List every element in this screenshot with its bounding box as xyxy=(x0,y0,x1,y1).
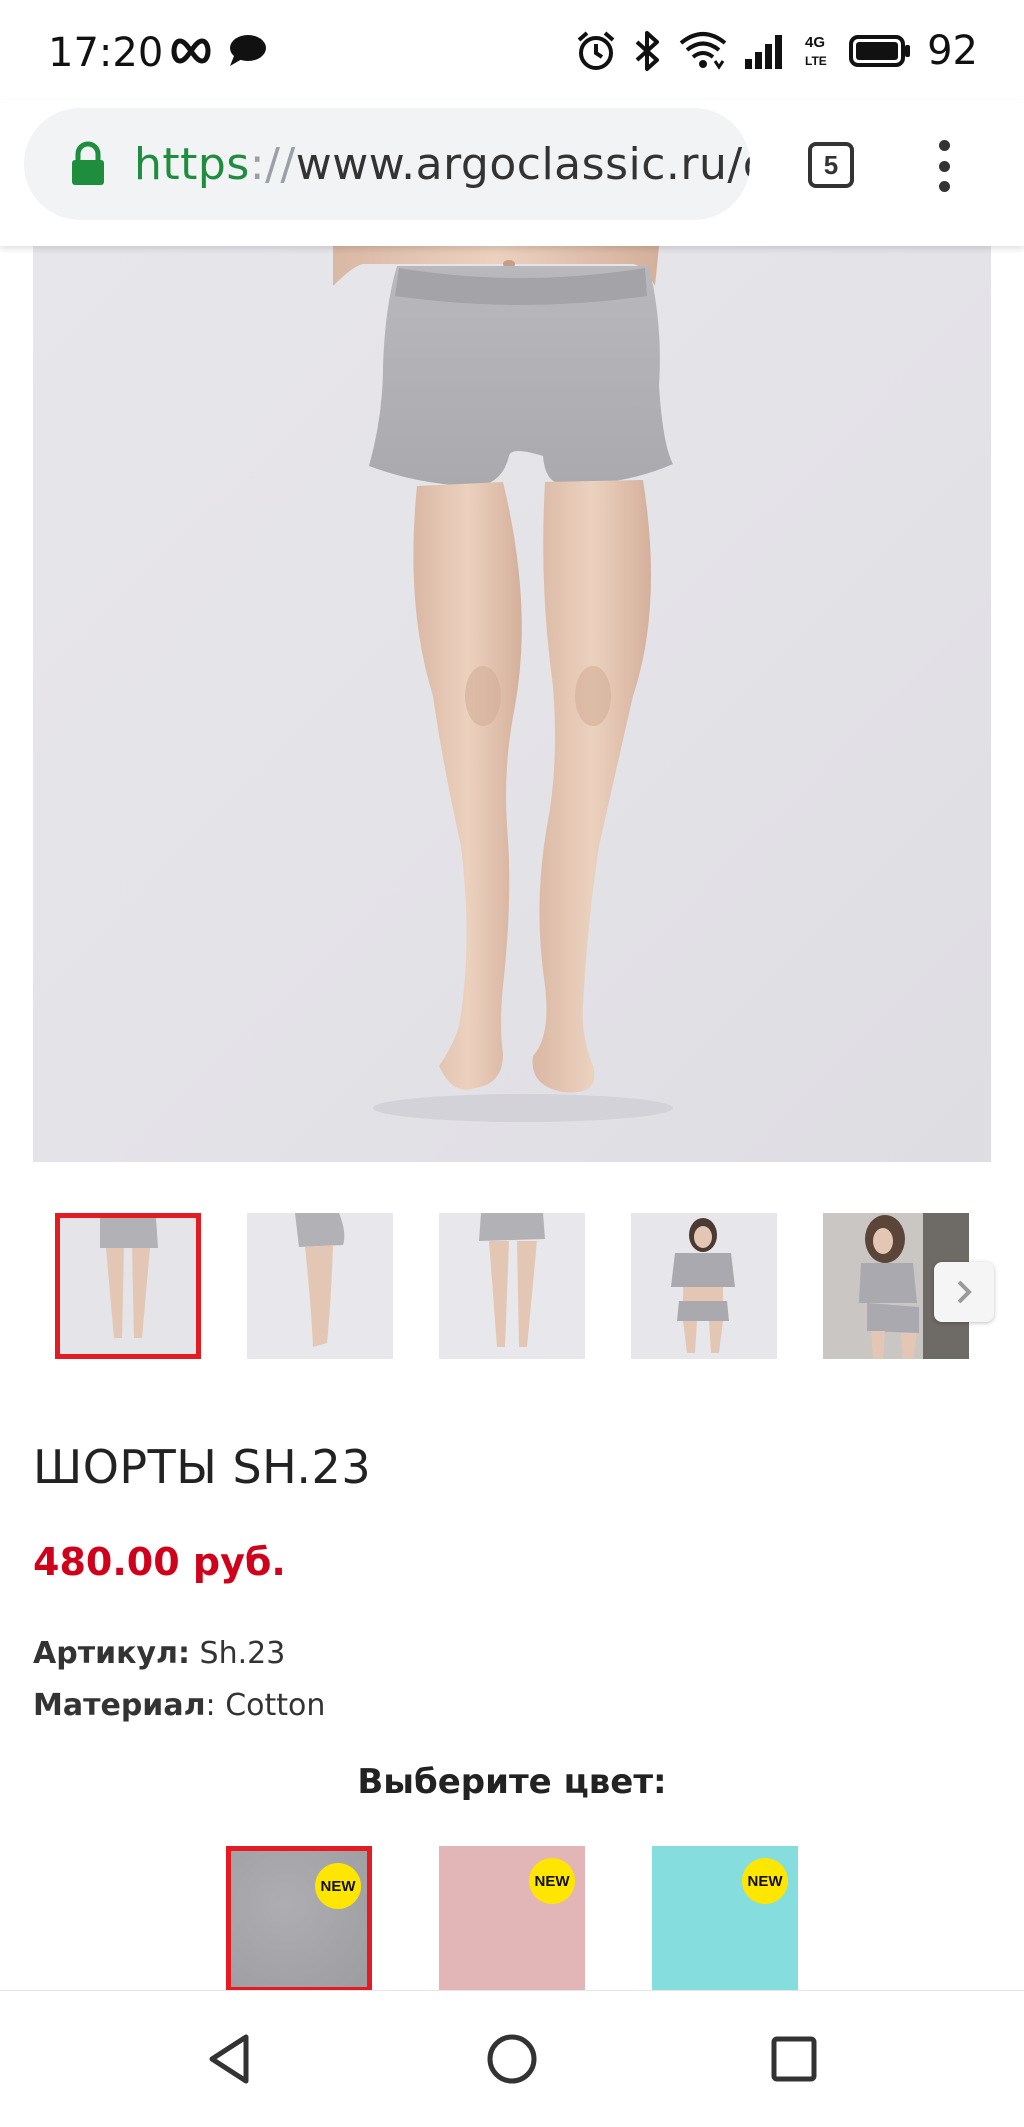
status-left-icons xyxy=(168,34,268,68)
material-row: Материал: Cotton xyxy=(33,1688,325,1723)
home-circle-icon xyxy=(487,2034,537,2084)
system-navigation-bar xyxy=(0,1990,1024,2127)
article-label: Артикул: xyxy=(33,1636,190,1671)
article-row: Артикул: Sh.23 xyxy=(33,1636,285,1671)
lock-icon xyxy=(68,141,108,187)
thumbnail-1[interactable] xyxy=(55,1213,201,1359)
infinity-icon xyxy=(171,38,211,64)
product-price: 480.00 руб. xyxy=(33,1540,286,1584)
product-title: ШОРТЫ SH.23 xyxy=(33,1440,372,1494)
wifi-icon xyxy=(679,32,727,70)
url-text: https://www.argoclassic.ru/c xyxy=(134,139,750,190)
material-value: : Cotton xyxy=(205,1688,326,1723)
url-scheme: https xyxy=(134,138,250,190)
battery-icon xyxy=(849,35,911,67)
color-swatch-cyan[interactable]: NEW xyxy=(652,1846,798,1992)
message-icon xyxy=(230,35,266,66)
new-badge: NEW xyxy=(315,1863,361,1909)
thumbnail-2[interactable] xyxy=(247,1213,393,1359)
battery-level: 92 xyxy=(927,28,978,74)
url-bar[interactable]: https://www.argoclassic.ru/c xyxy=(24,108,750,220)
alarm-icon xyxy=(577,31,615,70)
material-label: Материал xyxy=(33,1688,206,1723)
carousel-next-button[interactable] xyxy=(934,1262,994,1322)
thumbnail-3[interactable] xyxy=(439,1213,585,1359)
color-swatch-pink[interactable]: NEW xyxy=(439,1846,585,1992)
product-main-image[interactable] xyxy=(33,246,991,1162)
svg-text:4G: 4G xyxy=(805,34,825,51)
article-value: Sh.23 xyxy=(190,1636,286,1671)
status-right: 4G LTE 92 xyxy=(575,28,978,74)
back-button[interactable] xyxy=(190,2019,270,2099)
recent-apps-button[interactable] xyxy=(754,2019,834,2099)
url-separator: :// xyxy=(249,138,296,190)
overflow-menu-button[interactable] xyxy=(934,140,954,192)
menu-dot-icon xyxy=(938,160,950,172)
svg-text:LTE: LTE xyxy=(805,54,827,68)
url-host: www.argoclassic.ru/c xyxy=(295,138,750,190)
back-triangle-icon xyxy=(209,2034,249,2084)
chevron-right-icon xyxy=(957,1280,972,1304)
new-badge: NEW xyxy=(529,1858,575,1904)
lte-icon: 4G LTE xyxy=(805,34,827,68)
new-badge: NEW xyxy=(742,1858,788,1904)
home-button[interactable] xyxy=(472,2019,552,2099)
thumbnail-4[interactable] xyxy=(631,1213,777,1359)
color-swatch-grey[interactable]: NEW xyxy=(226,1846,372,1992)
menu-dot-icon xyxy=(938,140,950,151)
menu-dot-icon xyxy=(938,181,950,192)
color-select-heading: Выберите цвет: xyxy=(357,1762,667,1802)
status-bar: 17:20 4G LTE 92 xyxy=(0,0,1024,100)
tab-switcher-button[interactable]: 5 xyxy=(808,142,854,188)
recent-apps-square-icon xyxy=(771,2036,817,2082)
thumbnail-carousel xyxy=(55,1213,995,1359)
bluetooth-icon xyxy=(635,31,660,71)
status-time: 17:20 xyxy=(48,30,164,76)
signal-icon xyxy=(745,35,783,69)
browser-toolbar: https://www.argoclassic.ru/c 5 xyxy=(0,100,1024,246)
